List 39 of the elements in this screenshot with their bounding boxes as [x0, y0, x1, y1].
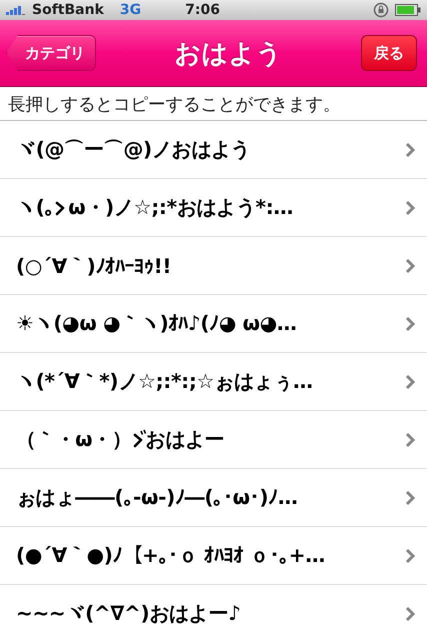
list-row[interactable]: （｀・ω・） おはよー — [0, 411, 427, 469]
network-type: 3G — [120, 2, 142, 18]
list-row[interactable]: ☀ヽ(◕ω ◕｀ヽ)ｵﾊ♪(ﾉ◕ ω◕… — [0, 295, 427, 353]
kaomoji-text: (○´∀｀)ﾉｵﾊｰﾖｩ!! — [16, 254, 172, 278]
chevron-icon — [405, 606, 415, 622]
chevron-icon — [405, 142, 415, 158]
kaomoji-text: ☀ヽ(◕ω ◕｀ヽ)ｵﾊ♪(ﾉ◕ ω◕… — [16, 310, 298, 337]
kaomoji-text: ヽ(｡ — [16, 195, 54, 219]
carrier-name: SoftBank — [32, 2, 104, 18]
kaomoji-text: ぉはょ――(｡-ω-)ﾉ―(｡･ω･)ﾉ… — [16, 484, 299, 511]
kaomoji-text: おはよー — [146, 427, 224, 451]
list-row[interactable]: ヽ(｡ ω・)ノ☆;:*おはよう*:… — [0, 179, 427, 237]
rotation-lock-icon — [373, 2, 389, 18]
kaomoji-text: ヽ(*´∀｀*)ノ☆;:*:;☆ぉはょぅ… — [16, 368, 314, 395]
hint-text: 長押しするとコピーすることができます。 — [0, 87, 427, 121]
list-row[interactable]: ヽ(*´∀｀*)ノ☆;:*:;☆ぉはょぅ… — [0, 353, 427, 411]
battery-icon — [395, 4, 421, 16]
return-button[interactable]: 戻る — [361, 35, 417, 71]
list-row[interactable]: ヾ(@⌒ー⌒@)ノおはよう — [0, 121, 427, 179]
kaomoji-text: （｀・ω・） — [16, 427, 132, 451]
signal-icon — [6, 5, 26, 15]
kaomoji-text: ヾ(@⌒ー⌒@)ノおはよう — [16, 136, 252, 163]
chevron-icon — [405, 490, 415, 506]
chevron-icon — [405, 432, 415, 448]
list-row[interactable]: ~~~ヾ(^∇^)おはよー♪ — [0, 585, 427, 640]
kaomoji-text: ~~~ヾ(^∇^)おはよー♪ — [16, 600, 242, 627]
chevron-icon — [405, 374, 415, 390]
kaomoji-text: ω・)ノ☆;:*おはよう*:… — [68, 195, 294, 219]
chevron-icon — [405, 200, 415, 216]
chevron-icon — [405, 548, 415, 564]
list-row[interactable]: ぉはょ――(｡-ω-)ﾉ―(｡･ω･)ﾉ… — [0, 469, 427, 527]
list-row[interactable]: (○´∀｀)ﾉｵﾊｰﾖｩ!! — [0, 237, 427, 295]
nav-title: おはよう — [174, 38, 282, 70]
kaomoji-text: (●´∀｀●)ﾉ【+｡･ｏ ｵﾊﾖｵ ｏ･｡+… — [16, 542, 326, 569]
back-button[interactable]: カテゴリ — [6, 35, 96, 71]
chevron-icon — [405, 258, 415, 274]
chevron-icon — [405, 316, 415, 332]
status-time: 7:06 — [185, 2, 220, 18]
list-row[interactable]: (●´∀｀●)ﾉ【+｡･ｏ ｵﾊﾖｵ ｏ･｡+… — [0, 527, 427, 585]
